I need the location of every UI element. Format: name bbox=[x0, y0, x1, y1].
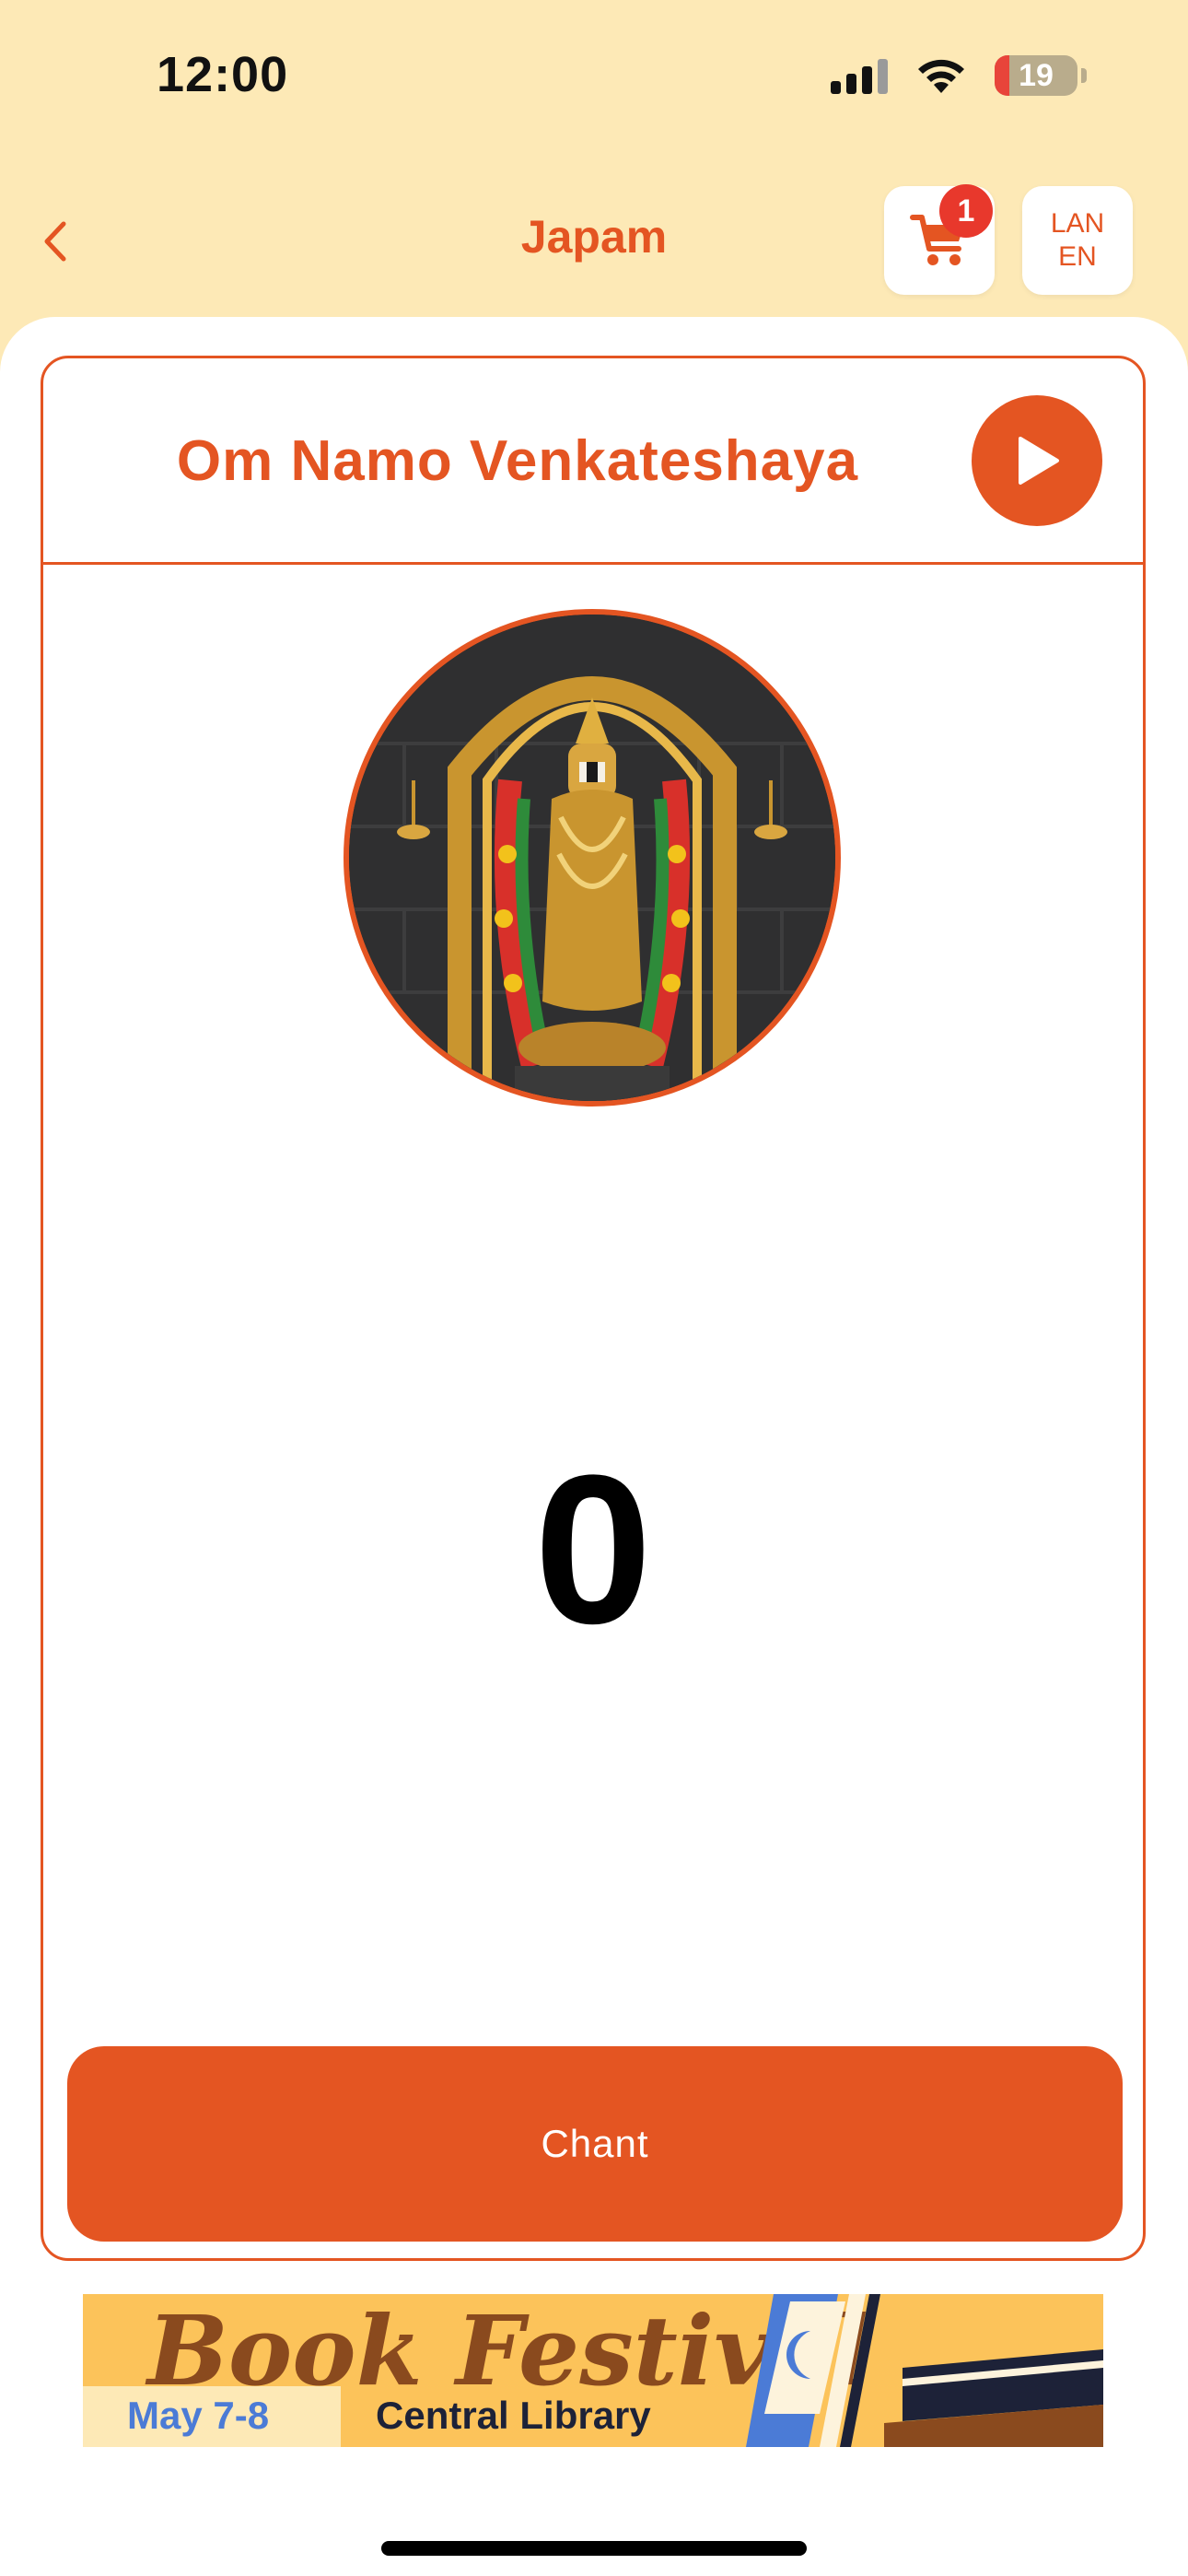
cart-count-badge: 1 bbox=[939, 184, 993, 238]
deity-image bbox=[344, 609, 841, 1107]
book-illustration bbox=[746, 2294, 1103, 2447]
venkateswara-deity-image bbox=[349, 615, 835, 1101]
battery-icon: 19 bbox=[995, 55, 1087, 96]
banner-venue: Central Library bbox=[376, 2394, 651, 2437]
language-code: EN bbox=[1058, 241, 1097, 272]
language-button[interactable]: LAN EN bbox=[1022, 186, 1133, 295]
mantra-title: Om Namo Venkateshaya bbox=[176, 429, 859, 493]
battery-level: 19 bbox=[1019, 57, 1054, 93]
ad-banner[interactable]: Book Festival May 7-8 Central Library bbox=[83, 2294, 1103, 2447]
japam-card: Om Namo Venkateshaya 0 Chant bbox=[41, 356, 1146, 2261]
play-button[interactable] bbox=[972, 395, 1102, 526]
chant-counter: 0 bbox=[534, 1431, 652, 1668]
banner-date: May 7-8 bbox=[127, 2394, 270, 2437]
signal-icon bbox=[831, 57, 888, 94]
status-time: 12:00 bbox=[157, 47, 289, 102]
wifi-icon bbox=[918, 59, 964, 93]
page-title: Japam bbox=[520, 211, 668, 263]
language-label: LAN bbox=[1050, 208, 1105, 239]
card-header: Om Namo Venkateshaya bbox=[43, 358, 1143, 565]
chant-button[interactable]: Chant bbox=[67, 2046, 1123, 2242]
play-icon bbox=[1019, 437, 1059, 485]
home-indicator bbox=[381, 2541, 807, 2556]
status-icons: 19 bbox=[831, 55, 1087, 96]
